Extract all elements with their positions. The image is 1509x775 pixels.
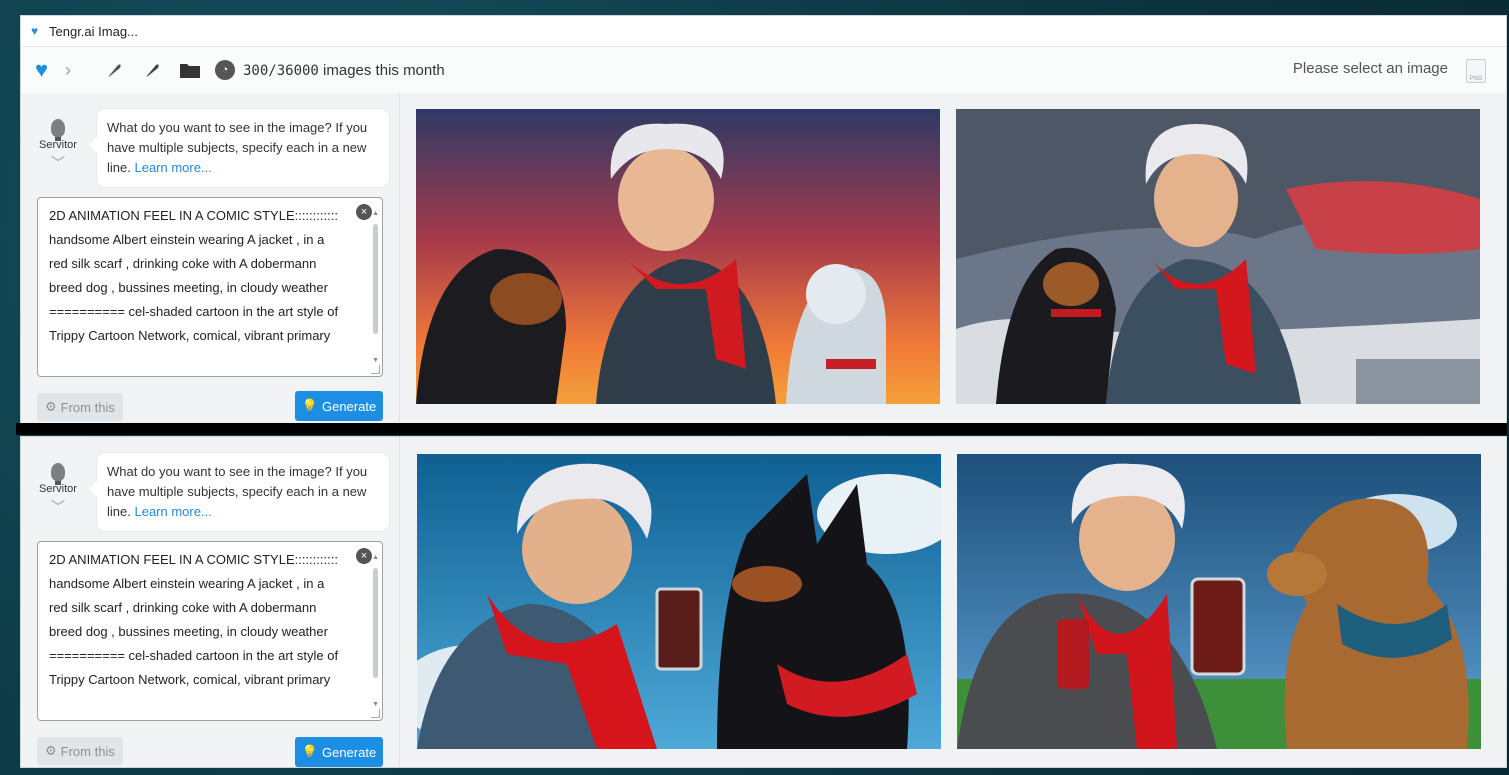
prompt-scrollbar[interactable] (373, 224, 378, 334)
lightbulb-icon: 💡 (301, 744, 318, 759)
resize-handle[interactable] (371, 365, 380, 374)
app-window-top: ♥ Tengr.ai Imag... ♥ › ◔ 300/36000 image… (20, 15, 1507, 424)
servitor-assistant[interactable]: Servitor ﹀ (35, 463, 81, 517)
hint-bubble: What do you want to see in the image? If… (89, 109, 389, 187)
lightbulb-icon (51, 119, 65, 141)
image-gallery (400, 93, 1506, 423)
clear-prompt-button[interactable]: × (356, 548, 372, 564)
chevron-down-icon[interactable]: ﹀ (35, 497, 81, 517)
png-label: PNG (1469, 76, 1483, 82)
prompt-sidebar: Servitor ﹀ What do you want to see in th… (21, 93, 400, 423)
select-image-message: Please select an image (1292, 60, 1448, 77)
feather-edit-icon[interactable] (139, 57, 165, 83)
usage-counter: 300/36000 images this month (243, 62, 445, 79)
generated-image[interactable] (957, 454, 1481, 749)
app-window-bottom: Servitor ﹀ What do you want to see in th… (20, 436, 1507, 768)
scroll-up-icon[interactable]: ▲ (372, 554, 379, 561)
generated-image[interactable] (956, 109, 1480, 404)
from-this-label: From this (60, 743, 115, 759)
scroll-down-icon[interactable]: ▼ (372, 701, 379, 708)
toolbar: ♥ › ◔ 300/36000 images this month Please… (21, 47, 1506, 94)
hint-bubble: What do you want to see in the image? If… (89, 453, 389, 531)
prompt-scrollbar[interactable] (373, 568, 378, 678)
main-content: Servitor ﹀ What do you want to see in th… (21, 93, 1506, 423)
generate-button[interactable]: 💡 Generate (295, 391, 383, 421)
from-this-button[interactable]: ⚙ From this (37, 393, 123, 421)
feather-icon[interactable] (101, 57, 127, 83)
scroll-up-icon[interactable]: ▲ (372, 210, 379, 217)
usage-suffix: images this month (323, 61, 445, 79)
from-this-label: From this (60, 399, 115, 415)
lightbulb-icon (51, 463, 65, 485)
learn-more-link[interactable]: Learn more... (134, 160, 211, 175)
resize-handle[interactable] (371, 709, 380, 718)
folder-icon[interactable] (177, 57, 203, 83)
main-content: Servitor ﹀ What do you want to see in th… (21, 437, 1506, 767)
gears-icon: ⚙ (45, 743, 57, 758)
generate-label: Generate (321, 744, 377, 760)
chevron-right-icon[interactable]: › (65, 60, 71, 81)
from-this-button[interactable]: ⚙ From this (37, 737, 123, 765)
lightbulb-icon: 💡 (301, 398, 318, 413)
chevron-down-icon[interactable]: ﹀ (35, 153, 81, 173)
learn-more-link[interactable]: Learn more... (134, 504, 211, 519)
generated-image[interactable] (416, 109, 940, 404)
gears-icon: ⚙ (45, 399, 57, 414)
usage-count: 300/36000 (243, 62, 319, 79)
prompt-sidebar: Servitor ﹀ What do you want to see in th… (21, 437, 400, 767)
prompt-text[interactable]: 2D ANIMATION FEEL IN A COMIC STYLE::::::… (49, 204, 339, 348)
prompt-textarea[interactable]: 2D ANIMATION FEEL IN A COMIC STYLE::::::… (37, 197, 383, 377)
browser-tab[interactable]: ♥ Tengr.ai Imag... (21, 16, 1506, 47)
image-gallery (400, 437, 1506, 767)
gauge-icon: ◔ (215, 60, 235, 80)
brand-logo-icon[interactable]: ♥ (35, 57, 61, 83)
servitor-assistant[interactable]: Servitor ﹀ (35, 119, 81, 173)
generate-button[interactable]: 💡 Generate (295, 737, 383, 767)
clear-prompt-button[interactable]: × (356, 204, 372, 220)
tab-title: Tengr.ai Imag... (49, 23, 138, 39)
prompt-text[interactable]: 2D ANIMATION FEEL IN A COMIC STYLE::::::… (49, 548, 339, 692)
tengr-logo-icon: ♥ (31, 24, 39, 38)
png-download-icon[interactable]: PNG (1466, 59, 1486, 83)
generate-label: Generate (321, 398, 377, 414)
scroll-down-icon[interactable]: ▼ (372, 357, 379, 364)
prompt-textarea[interactable]: 2D ANIMATION FEEL IN A COMIC STYLE::::::… (37, 541, 383, 721)
screenshot-separator (16, 423, 1507, 435)
generated-image[interactable] (417, 454, 941, 749)
